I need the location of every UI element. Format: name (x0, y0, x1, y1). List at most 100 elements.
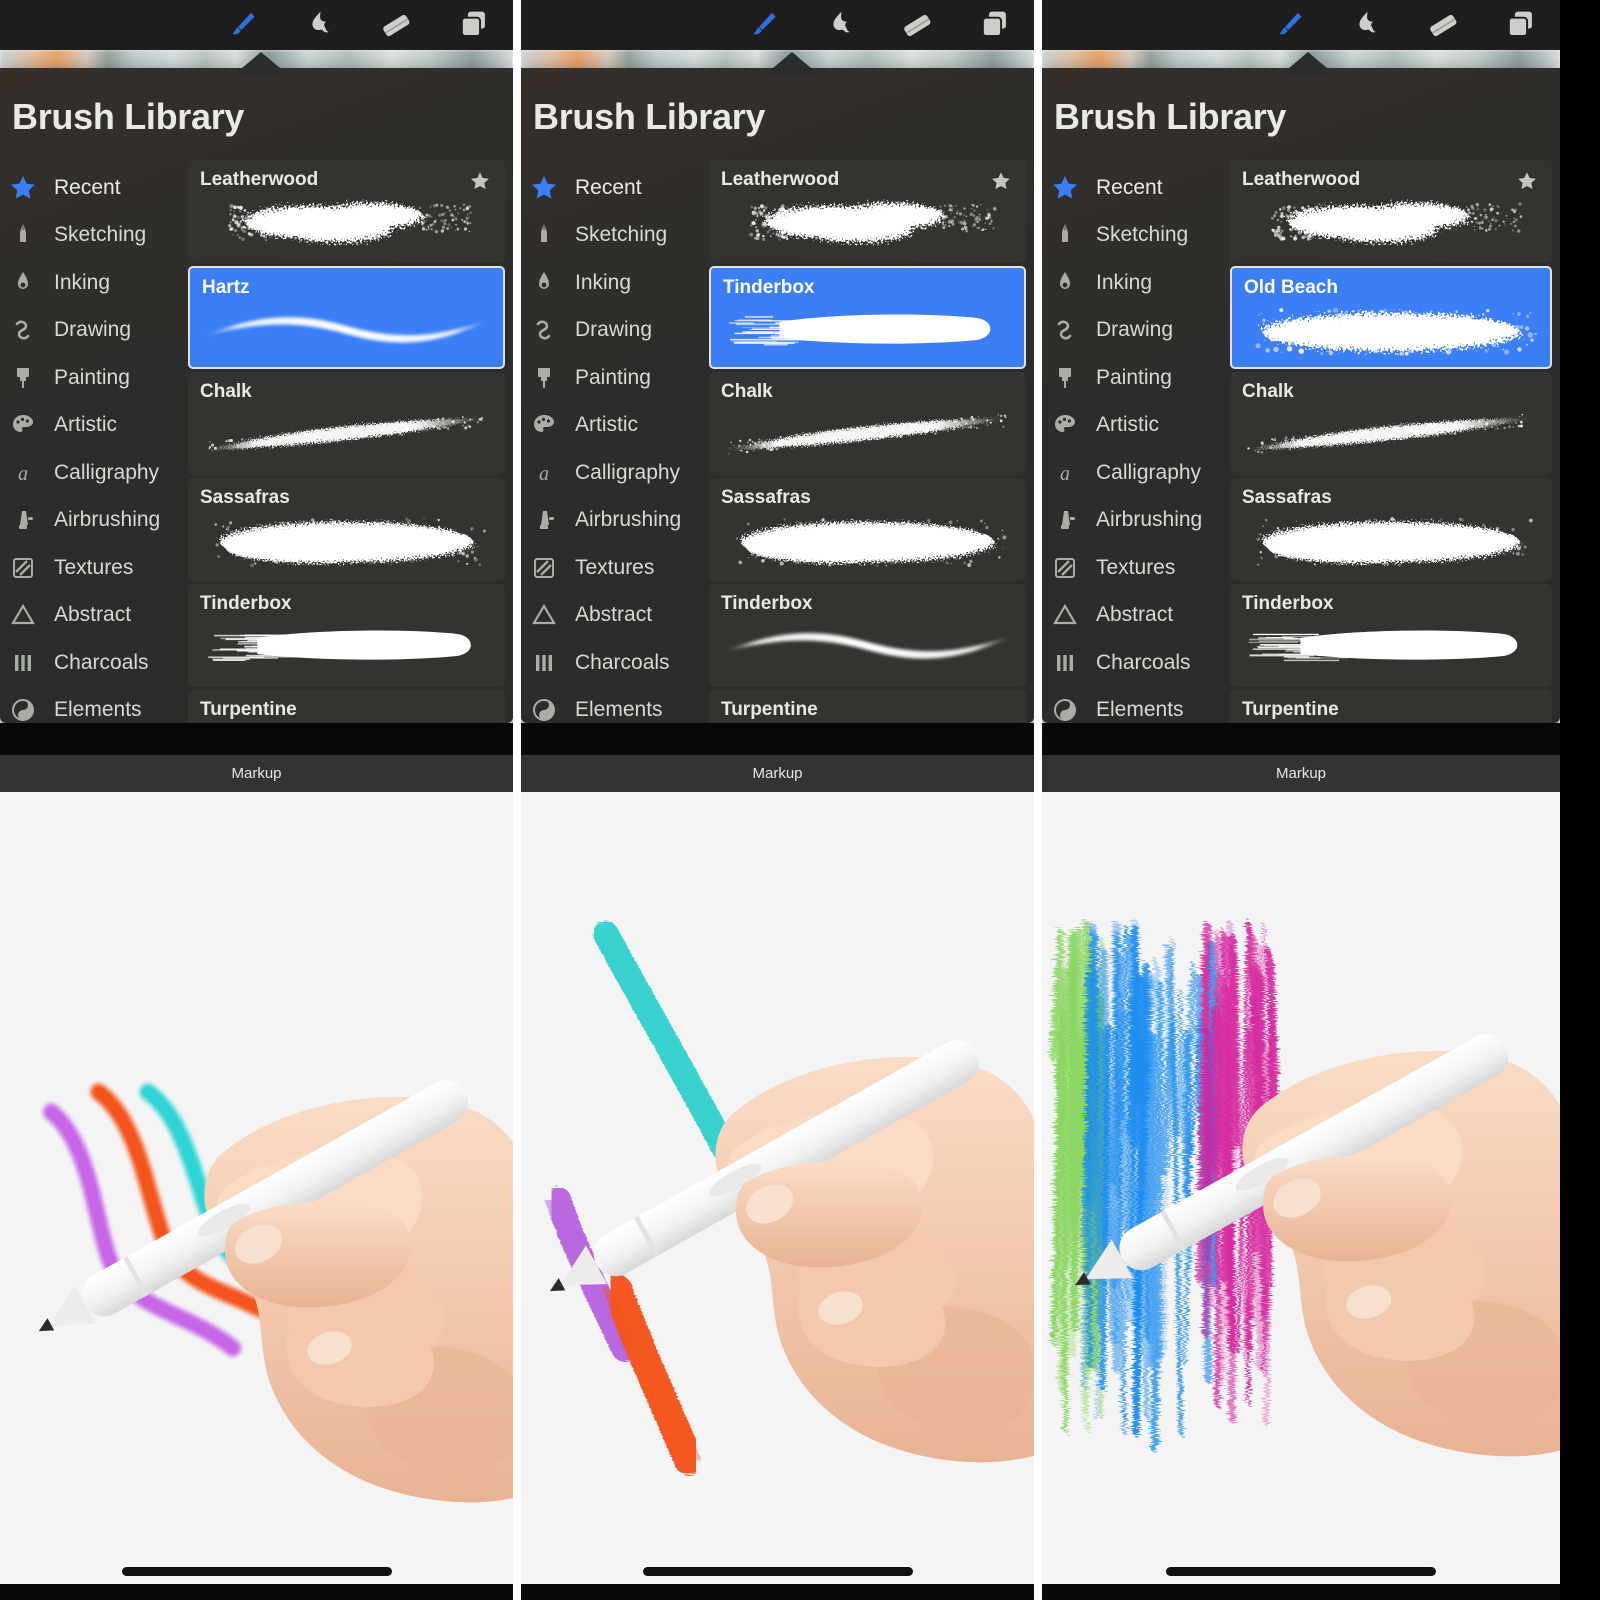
layers-icon[interactable] (435, 8, 513, 42)
drawing-canvas[interactable] (1042, 792, 1560, 1600)
sidebar-item-drawing[interactable]: Drawing (521, 307, 709, 355)
brush-name: Turpentine (721, 699, 818, 721)
category-sidebar: Recent Sketching Inking Drawing Painting Arti… (521, 160, 709, 723)
letter-a-icon: a (6, 459, 40, 487)
layers-icon[interactable] (1482, 8, 1560, 42)
brush-list-item[interactable]: Tinderbox (1230, 584, 1552, 687)
eraser-icon[interactable] (357, 8, 435, 42)
sidebar-item-charcoals[interactable]: Charcoals (1042, 639, 1230, 687)
brush-list-item[interactable]: Turpentine (709, 690, 1026, 723)
brush-list-item[interactable]: Turpentine (1230, 690, 1552, 723)
drawing-canvas[interactable] (521, 792, 1034, 1600)
brush-list-item[interactable]: Sassafras (709, 478, 1026, 581)
smudge-icon[interactable] (1326, 8, 1404, 42)
sidebar-item-elements[interactable]: Elements (1042, 687, 1230, 724)
brush-list[interactable]: Leatherwood Tinderbox Chalk Sassafras Tinder… (709, 160, 1034, 723)
paintbrush-icon[interactable] (1248, 8, 1326, 42)
sidebar-item-elements[interactable]: Elements (0, 687, 188, 724)
favorite-star-icon[interactable] (1516, 170, 1538, 197)
sidebar-item-charcoals[interactable]: Charcoals (521, 639, 709, 687)
brush-list-item[interactable]: Leatherwood (188, 160, 505, 263)
brush-list-item[interactable]: Turpentine (188, 690, 505, 723)
brush-name: Leatherwood (200, 169, 318, 191)
favorite-star-icon[interactable] (990, 170, 1012, 197)
brush-list-item[interactable]: Sassafras (188, 478, 505, 581)
brush-list-item[interactable]: Hartz (188, 266, 505, 369)
sidebar-item-textures[interactable]: Textures (1042, 544, 1230, 592)
sidebar-item-inking[interactable]: Inking (1042, 259, 1230, 307)
smudge-icon[interactable] (279, 8, 357, 42)
markup-label: Markup (231, 765, 281, 782)
sidebar-item-painting[interactable]: Painting (1042, 354, 1230, 402)
sidebar-item-calligraphy[interactable]: a Calligraphy (1042, 449, 1230, 497)
paint-brush-icon (6, 364, 40, 392)
sidebar-item-textures[interactable]: Textures (521, 544, 709, 592)
brush-list-item[interactable]: Chalk (1230, 372, 1552, 475)
sidebar-item-abstract[interactable]: Abstract (521, 592, 709, 640)
sidebar-item-artistic[interactable]: Artistic (1042, 402, 1230, 450)
sidebar-item-inking[interactable]: Inking (521, 259, 709, 307)
sidebar-item-calligraphy[interactable]: a Calligraphy (0, 449, 188, 497)
eraser-icon[interactable] (878, 8, 956, 42)
sidebar-item-airbrushing[interactable]: Airbrushing (0, 497, 188, 545)
brush-list-item[interactable]: Sassafras (1230, 478, 1552, 581)
popover-body: Recent Sketching Inking Drawing Painting Arti… (521, 160, 1034, 723)
brush-list[interactable]: Leatherwood Hartz Chalk Sassafras Tinderbox T… (188, 160, 513, 723)
sidebar-item-calligraphy[interactable]: a Calligraphy (521, 449, 709, 497)
paintbrush-icon[interactable] (722, 8, 800, 42)
sidebar-item-artistic[interactable]: Artistic (521, 402, 709, 450)
airbrush-icon (6, 506, 40, 534)
sidebar-item-label: Inking (1096, 271, 1152, 295)
brush-list-item[interactable]: Tinderbox (709, 584, 1026, 687)
brush-library-popover: Brush Library Recent Sketching Inking Drawin… (521, 68, 1034, 723)
sidebar-item-artistic[interactable]: Artistic (0, 402, 188, 450)
brush-list-item[interactable]: Tinderbox (188, 584, 505, 687)
page-title: Brush Library (0, 68, 513, 138)
sidebar-item-recent[interactable]: Recent (0, 164, 188, 212)
brush-list-item[interactable]: Chalk (188, 372, 505, 475)
sidebar-item-painting[interactable]: Painting (0, 354, 188, 402)
sidebar-item-abstract[interactable]: Abstract (1042, 592, 1230, 640)
brush-list-item[interactable]: Leatherwood (709, 160, 1026, 263)
popover-body: Recent Sketching Inking Drawing Painting Arti… (1042, 160, 1560, 723)
sidebar-item-airbrushing[interactable]: Airbrushing (521, 497, 709, 545)
brush-list-item[interactable]: Leatherwood (1230, 160, 1552, 263)
sidebar-item-drawing[interactable]: Drawing (1042, 307, 1230, 355)
sidebar-item-recent[interactable]: Recent (1042, 164, 1230, 212)
sidebar-item-elements[interactable]: Elements (521, 687, 709, 724)
brush-library-popover: Brush Library Recent Sketching Inking Drawin… (0, 68, 513, 723)
sidebar-item-label: Artistic (575, 413, 638, 437)
layers-icon[interactable] (956, 8, 1034, 42)
sidebar-item-drawing[interactable]: Drawing (0, 307, 188, 355)
sidebar-item-inking[interactable]: Inking (0, 259, 188, 307)
paintbrush-icon[interactable] (201, 8, 279, 42)
favorite-star-icon[interactable] (469, 170, 491, 197)
paint-brush-icon (1048, 364, 1082, 392)
category-sidebar: Recent Sketching Inking Drawing Painting Arti… (1042, 160, 1230, 723)
sidebar-item-label: Drawing (575, 318, 652, 342)
pencil-tip-icon (527, 221, 561, 249)
sidebar-item-label: Artistic (1096, 413, 1159, 437)
brush-list-item[interactable]: Old Beach (1230, 266, 1552, 369)
home-indicator (643, 1567, 913, 1576)
brush-name: Chalk (721, 381, 773, 403)
sidebar-item-charcoals[interactable]: Charcoals (0, 639, 188, 687)
brush-list-item[interactable]: Chalk (709, 372, 1026, 475)
drawing-canvas[interactable] (0, 792, 513, 1600)
sidebar-item-recent[interactable]: Recent (521, 164, 709, 212)
sidebar-item-textures[interactable]: Textures (0, 544, 188, 592)
sidebar-item-sketching[interactable]: Sketching (1042, 212, 1230, 260)
eraser-icon[interactable] (1404, 8, 1482, 42)
sidebar-item-abstract[interactable]: Abstract (0, 592, 188, 640)
brush-list[interactable]: Leatherwood Old Beach Chalk Sassafras Tinder… (1230, 160, 1560, 723)
sidebar-item-airbrushing[interactable]: Airbrushing (1042, 497, 1230, 545)
sidebar-item-sketching[interactable]: Sketching (0, 212, 188, 260)
sidebar-item-sketching[interactable]: Sketching (521, 212, 709, 260)
pencil-tip-icon (1048, 221, 1082, 249)
sidebar-item-label: Textures (1096, 556, 1175, 580)
brush-preview-stroke (1230, 398, 1552, 472)
brush-preview-stroke (711, 294, 1024, 368)
sidebar-item-painting[interactable]: Painting (521, 354, 709, 402)
brush-list-item[interactable]: Tinderbox (709, 266, 1026, 369)
smudge-icon[interactable] (800, 8, 878, 42)
